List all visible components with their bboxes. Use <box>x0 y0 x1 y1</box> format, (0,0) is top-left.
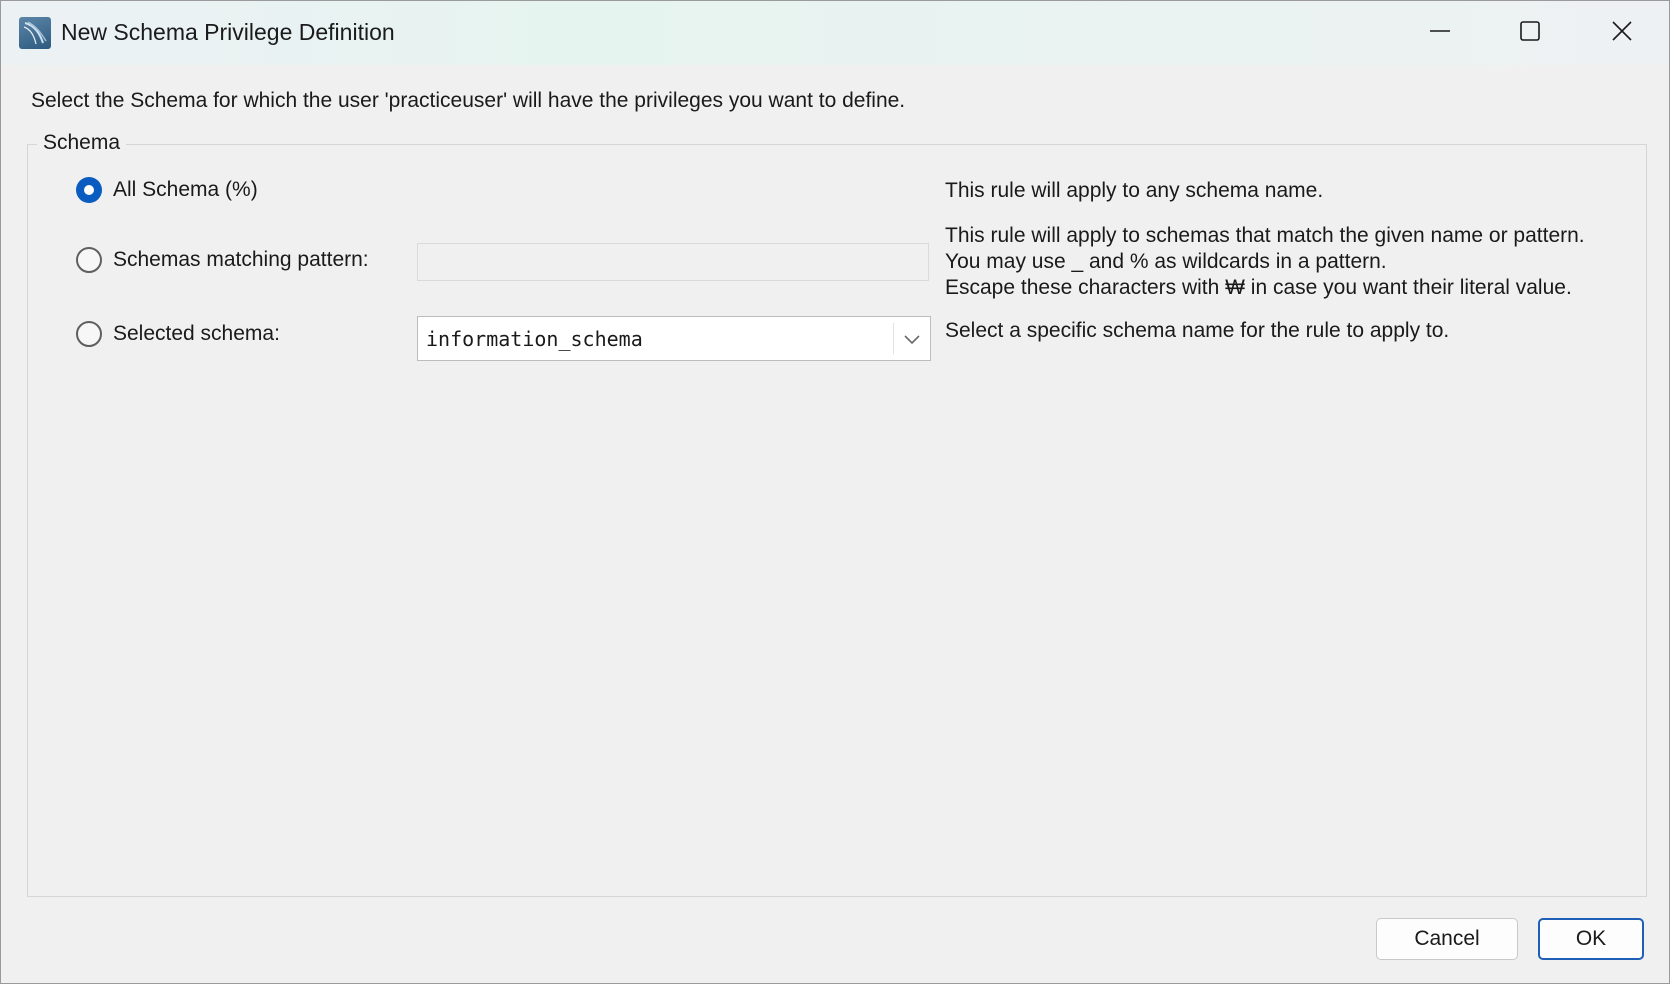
all-schema-radio[interactable] <box>76 177 102 203</box>
selected-schema-description: Select a specific schema name for the ru… <box>945 318 1449 344</box>
dropdown-divider <box>893 323 894 354</box>
dialog-window: New Schema Privilege Definition Select t… <box>0 0 1670 984</box>
schema-group-legend: Schema <box>37 131 127 155</box>
description-line: You may use _ and % as wildcards in a pa… <box>945 250 1387 273</box>
description-line: This rule will apply to any schema name. <box>945 179 1324 202</box>
minimize-icon <box>1430 30 1450 32</box>
pattern-schema-label[interactable]: Schemas matching pattern: <box>113 248 369 272</box>
selected-schema-label[interactable]: Selected schema: <box>113 322 280 346</box>
selected-schema-radio[interactable] <box>76 321 102 347</box>
pattern-schema-radio[interactable] <box>76 247 102 273</box>
close-icon <box>1612 21 1632 41</box>
schema-select-value: information_schema <box>426 327 643 351</box>
all-schema-description: This rule will apply to any schema name. <box>945 178 1323 204</box>
schema-pattern-input[interactable] <box>417 243 929 281</box>
ok-button[interactable]: OK <box>1538 918 1644 960</box>
cancel-button[interactable]: Cancel <box>1376 918 1518 960</box>
description-line: This rule will apply to schemas that mat… <box>945 224 1585 247</box>
pattern-schema-description: This rule will apply to schemas that mat… <box>945 223 1585 301</box>
description-line: Select a specific schema name for the ru… <box>945 319 1450 342</box>
close-button[interactable] <box>1577 1 1667 61</box>
intro-text: Select the Schema for which the user 'pr… <box>31 89 906 112</box>
minimize-button[interactable] <box>1395 1 1485 61</box>
chevron-down-icon[interactable] <box>902 329 922 349</box>
window-title: New Schema Privilege Definition <box>61 19 395 45</box>
mysql-workbench-dolphin-icon <box>19 17 51 49</box>
all-schema-label[interactable]: All Schema (%) <box>113 178 258 202</box>
title-bar[interactable]: New Schema Privilege Definition <box>1 1 1669 65</box>
description-line: Escape these characters with ₩ in case y… <box>945 276 1572 299</box>
maximize-icon <box>1520 21 1540 41</box>
maximize-button[interactable] <box>1485 1 1575 61</box>
schema-select-dropdown[interactable]: information_schema <box>417 316 931 361</box>
